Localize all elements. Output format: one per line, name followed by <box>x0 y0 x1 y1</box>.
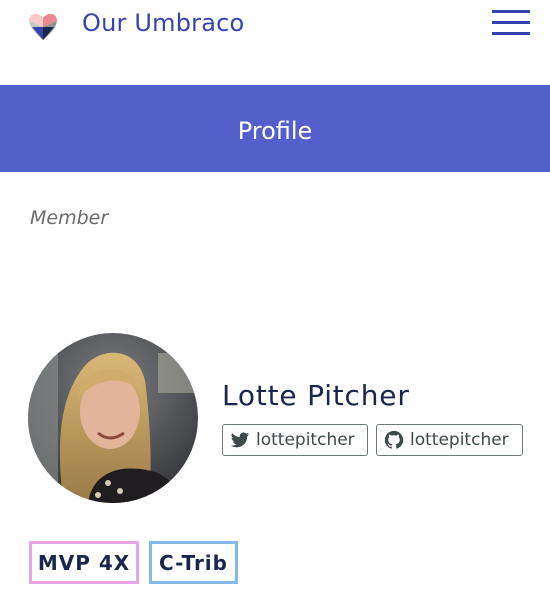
member-name: Lotte Pitcher <box>222 379 410 412</box>
hamburger-icon[interactable] <box>492 10 532 36</box>
twitter-handle: lottepitcher <box>256 430 355 450</box>
github-icon <box>384 430 404 449</box>
twitter-icon <box>230 432 250 448</box>
github-link[interactable]: lottepitcher <box>376 424 523 456</box>
site-header: Our Umbraco <box>0 0 550 86</box>
page-title: Profile <box>0 85 550 172</box>
member-role: Member <box>30 207 109 229</box>
site-brand-link[interactable]: Our Umbraco <box>82 9 244 37</box>
avatar <box>28 333 198 503</box>
twitter-link[interactable]: lottepitcher <box>222 424 368 456</box>
github-handle: lottepitcher <box>410 430 509 450</box>
mvp-badge: MVP 4X <box>29 541 139 584</box>
ctrib-badge: C-Trib <box>149 541 238 584</box>
heart-icon[interactable] <box>26 10 60 42</box>
